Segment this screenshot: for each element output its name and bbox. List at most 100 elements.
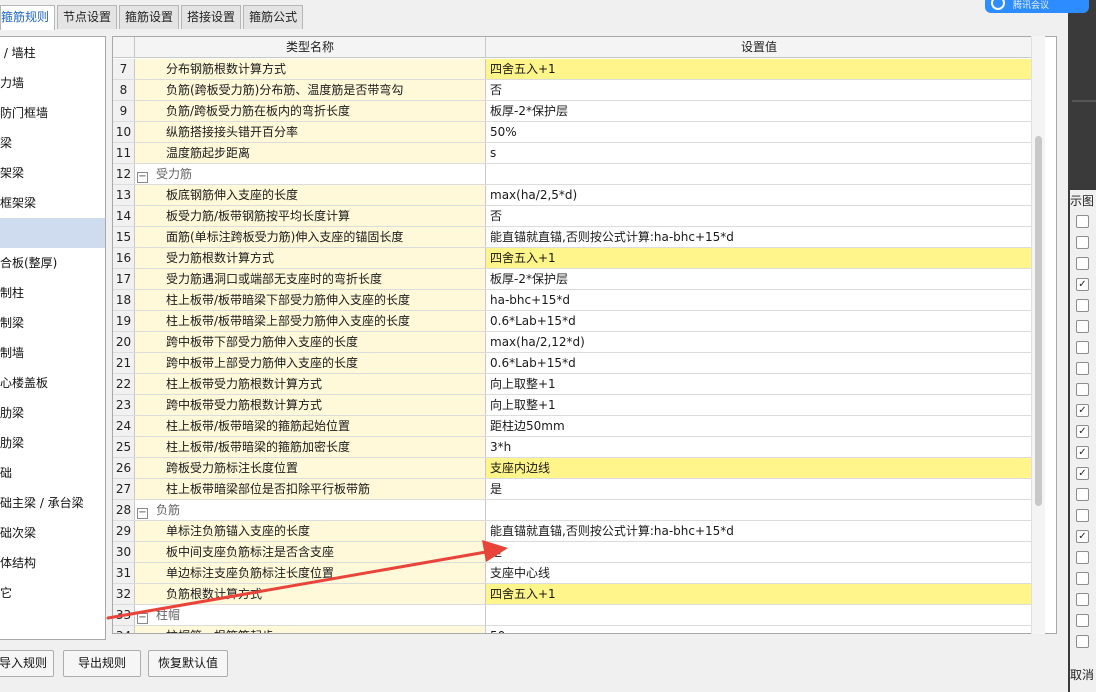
table-row[interactable]: 14 板受力筋/板带钢筋按平均长度计算 否 [113, 206, 1033, 227]
component-type-item[interactable]: 人防门框墙 [0, 98, 105, 128]
option-checkbox[interactable] [1076, 236, 1089, 249]
table-row[interactable]: 9 负筋/跨板受力筋在板内的弯折长度 板厚-2*保护层 [113, 101, 1033, 122]
setting-value-cell[interactable]: 四舍五入+1 [486, 59, 1033, 79]
cancel-button[interactable]: 取消 [1070, 666, 1094, 683]
component-type-item[interactable]: 连梁 [0, 128, 105, 158]
table-row[interactable]: 19 柱上板带/板带暗梁上部受力筋伸入支座的长度 0.6*Lab+15*d [113, 311, 1033, 332]
table-row[interactable]: 21 跨中板带上部受力筋伸入支座的长度 0.6*Lab+15*d [113, 353, 1033, 374]
tab-lap-settings[interactable]: 搭接设置 [181, 5, 242, 29]
option-checkbox[interactable] [1076, 572, 1089, 585]
table-row[interactable]: 29 单标注负筋锚入支座的长度 能直锚就直锚,否则按公式计算:ha-bhc+15*d [113, 521, 1033, 542]
option-checkbox[interactable]: ✓ [1076, 404, 1089, 417]
collapse-icon[interactable]: − [137, 172, 148, 183]
setting-value-cell[interactable]: 否 [486, 206, 1033, 226]
setting-value-cell[interactable] [486, 605, 1033, 625]
table-row[interactable]: 23 跨中板带受力筋根数计算方式 向上取整+1 [113, 395, 1033, 416]
setting-value-cell[interactable]: 否 [486, 80, 1033, 100]
component-type-item[interactable]: 板 [0, 218, 105, 248]
option-checkbox[interactable]: ✓ [1076, 425, 1089, 438]
setting-value-cell[interactable]: 能直锚就直锚,否则按公式计算:ha-bhc+15*d [486, 227, 1033, 247]
option-checkbox[interactable] [1076, 635, 1089, 648]
component-type-item[interactable]: 柱 / 墙柱 [0, 38, 105, 68]
table-row[interactable]: 13 板底钢筋伸入支座的长度 max(ha/2,5*d) [113, 185, 1033, 206]
table-row[interactable]: 34 柱帽第一根箍筋起步 50 [113, 626, 1033, 633]
table-row[interactable]: 32 负筋根数计算方式 四舍五入+1 [113, 584, 1033, 605]
setting-value-cell[interactable]: max(ha/2,12*d) [486, 332, 1033, 352]
component-type-item[interactable]: 剪力墙 [0, 68, 105, 98]
table-row[interactable]: 18 柱上板带/板带暗梁下部受力筋伸入支座的长度 ha-bhc+15*d [113, 290, 1033, 311]
setting-value-cell[interactable]: 支座内边线 [486, 458, 1033, 478]
setting-value-cell[interactable]: 3*h [486, 437, 1033, 457]
option-checkbox[interactable] [1076, 215, 1089, 228]
option-checkbox[interactable]: ✓ [1076, 467, 1089, 480]
table-row[interactable]: 17 受力筋遇洞口或端部无支座时的弯折长度 板厚-2*保护层 [113, 269, 1033, 290]
export-rules-button[interactable]: 导出规则 [63, 650, 141, 677]
collapse-icon[interactable]: − [137, 508, 148, 519]
group-row[interactable]: 12− 受力筋 [113, 164, 1033, 185]
component-type-item[interactable]: 基础 [0, 458, 105, 488]
table-row[interactable]: 15 面筋(单标注跨板受力筋)伸入支座的锚固长度 能直锚就直锚,否则按公式计算:ha… [113, 227, 1033, 248]
table-row[interactable]: 24 柱上板带/板带暗梁的箍筋起始位置 距柱边50mm [113, 416, 1033, 437]
setting-value-cell[interactable]: 是 [486, 479, 1033, 499]
table-row[interactable]: 31 单边标注支座负筋标注长度位置 支座中心线 [113, 563, 1033, 584]
table-row[interactable]: 11 温度筋起步距离 s [113, 143, 1033, 164]
meeting-badge[interactable]: 腾讯会议 [985, 0, 1089, 13]
option-checkbox[interactable] [1076, 509, 1089, 522]
table-row[interactable]: 10 纵筋搭接接头错开百分率 50% [113, 122, 1033, 143]
setting-value-cell[interactable]: ha-bhc+15*d [486, 290, 1033, 310]
component-type-item[interactable]: 框架梁 [0, 158, 105, 188]
component-type-item[interactable]: 基础次梁 [0, 518, 105, 548]
setting-value-cell[interactable]: max(ha/2,5*d) [486, 185, 1033, 205]
table-row[interactable]: 20 跨中板带下部受力筋伸入支座的长度 max(ha/2,12*d) [113, 332, 1033, 353]
option-checkbox[interactable]: ✓ [1076, 278, 1089, 291]
setting-value-cell[interactable]: 0.6*Lab+15*d [486, 311, 1033, 331]
tab-stirrup-settings[interactable]: 箍筋设置 [119, 5, 180, 29]
component-type-item[interactable]: 基础主梁 / 承台梁 [0, 488, 105, 518]
component-type-item[interactable]: 其它 [0, 578, 105, 608]
option-checkbox[interactable] [1076, 614, 1089, 627]
setting-value-cell[interactable] [486, 164, 1033, 184]
component-type-item[interactable]: 空心楼盖板 [0, 368, 105, 398]
collapse-icon[interactable]: − [137, 613, 148, 624]
table-row[interactable]: 16 受力筋根数计算方式 四舍五入+1 [113, 248, 1033, 269]
restore-defaults-button[interactable]: 恢复默认值 [148, 650, 228, 677]
table-row[interactable]: 30 板中间支座负筋标注是否含支座 是 [113, 542, 1033, 563]
tab-stirrup-formula[interactable]: 箍筋公式 [243, 5, 304, 29]
component-type-item[interactable]: 砌体结构 [0, 548, 105, 578]
setting-value-cell[interactable]: 50% [486, 122, 1033, 142]
option-checkbox[interactable] [1076, 593, 1089, 606]
setting-value-cell[interactable]: 板厚-2*保护层 [486, 269, 1033, 289]
setting-value-cell[interactable]: 四舍五入+1 [486, 584, 1033, 604]
setting-value-cell[interactable]: 距柱边50mm [486, 416, 1033, 436]
option-checkbox[interactable] [1076, 299, 1089, 312]
setting-value-cell[interactable]: 板厚-2*保护层 [486, 101, 1033, 121]
component-type-item[interactable]: 次肋梁 [0, 428, 105, 458]
option-checkbox[interactable] [1076, 383, 1089, 396]
tab-node-settings[interactable]: 节点设置 [57, 5, 118, 29]
setting-value-cell[interactable] [486, 500, 1033, 520]
tab-rules[interactable]: 箍筋规则 [0, 5, 56, 30]
option-checkbox[interactable] [1076, 257, 1089, 270]
option-checkbox[interactable] [1076, 488, 1089, 501]
component-type-item[interactable]: 主肋梁 [0, 398, 105, 428]
table-row[interactable]: 27 柱上板带暗梁部位是否扣除平行板带筋 是 [113, 479, 1033, 500]
option-checkbox[interactable] [1076, 551, 1089, 564]
setting-value-cell[interactable]: 能直锚就直锚,否则按公式计算:ha-bhc+15*d [486, 521, 1033, 541]
setting-value-cell[interactable]: 是 [486, 542, 1033, 562]
setting-value-cell[interactable]: s [486, 143, 1033, 163]
group-row[interactable]: 28− 负筋 [113, 500, 1033, 521]
table-row[interactable]: 26 跨板受力筋标注长度位置 支座内边线 [113, 458, 1033, 479]
option-checkbox[interactable]: ✓ [1076, 530, 1089, 543]
setting-value-cell[interactable]: 向上取整+1 [486, 395, 1033, 415]
component-type-item[interactable]: 叠合板(整厚) [0, 248, 105, 278]
vertical-scrollbar[interactable] [1031, 36, 1045, 634]
component-type-item[interactable]: 非框架梁 [0, 188, 105, 218]
import-rules-button[interactable]: 导入规则 [0, 650, 54, 677]
setting-value-cell[interactable]: 四舍五入+1 [486, 248, 1033, 268]
table-row[interactable]: 8 负筋(跨板受力筋)分布筋、温度筋是否带弯勾 否 [113, 80, 1033, 101]
option-checkbox[interactable] [1076, 341, 1089, 354]
component-type-item[interactable]: 预制梁 [0, 308, 105, 338]
setting-value-cell[interactable]: 50 [486, 626, 1033, 633]
scrollbar-thumb[interactable] [1035, 136, 1042, 506]
group-row[interactable]: 33− 柱帽 [113, 605, 1033, 626]
